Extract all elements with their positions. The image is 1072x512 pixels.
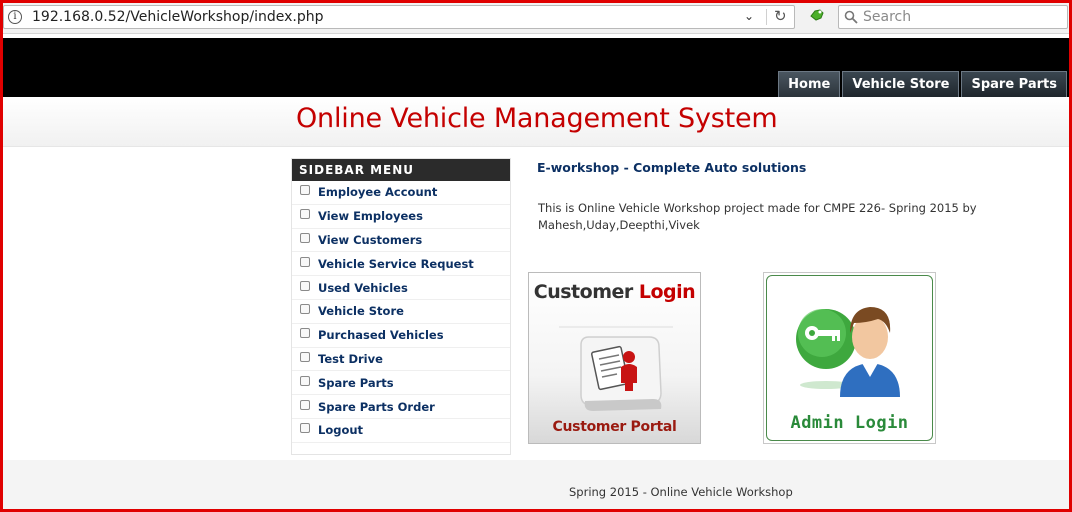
title-band: Online Vehicle Management System [3, 97, 1069, 147]
main-description: This is Online Vehicle Workshop project … [538, 201, 977, 232]
customer-login-title: Customer Login [529, 281, 700, 303]
sidebar-item-spare-parts-order[interactable]: Spare Parts Order [292, 395, 510, 419]
customer-login-card[interactable]: Customer Login Customer Portal [528, 272, 701, 444]
address-bar[interactable]: i 192.168.0.52/VehicleWorkshop/index.php… [3, 5, 795, 29]
sidebar-item-label[interactable]: Vehicle Store [318, 304, 404, 318]
sidebar-item-employee-account[interactable]: Employee Account [292, 181, 510, 205]
sidebar-item-label[interactable]: View Employees [318, 209, 423, 223]
sidebar-item-label[interactable]: Purchased Vehicles [318, 328, 444, 342]
checkbox[interactable] [300, 232, 310, 243]
url-text[interactable]: 192.168.0.52/VehicleWorkshop/index.php [32, 9, 323, 25]
nav-tab-spare-parts[interactable]: Spare Parts [961, 71, 1067, 97]
sidebar-item-label[interactable]: Vehicle Service Request [318, 257, 474, 271]
search-box[interactable] [838, 5, 1068, 29]
sidebar: SIDEBAR MENU Employee Account View Emplo… [291, 158, 511, 455]
admin-login-caption: Admin Login [790, 413, 909, 433]
page-title: Online Vehicle Management System [296, 103, 778, 134]
checkbox[interactable] [300, 304, 310, 315]
checkbox[interactable] [300, 399, 310, 410]
sidebar-item-label[interactable]: Spare Parts [318, 376, 394, 390]
sidebar-item-label[interactable]: View Customers [318, 233, 422, 247]
search-icon [844, 10, 858, 24]
sidebar-heading: SIDEBAR MENU [292, 159, 510, 181]
sidebar-item-view-employees[interactable]: View Employees [292, 205, 510, 229]
main-nav: Home Vehicle Store Spare Parts [778, 71, 1067, 97]
sidebar-item-label[interactable]: Used Vehicles [318, 281, 408, 295]
sidebar-item-used-vehicles[interactable]: Used Vehicles [292, 276, 510, 300]
search-input[interactable] [863, 8, 1063, 26]
reload-icon[interactable]: ↻ [774, 7, 787, 25]
sidebar-item-purchased-vehicles[interactable]: Purchased Vehicles [292, 324, 510, 348]
checkbox[interactable] [300, 423, 310, 434]
addon-icon[interactable] [808, 6, 826, 24]
sidebar-item-spare-parts[interactable]: Spare Parts [292, 371, 510, 396]
checkbox[interactable] [300, 256, 310, 267]
nav-tab-home[interactable]: Home [778, 71, 841, 97]
checkbox[interactable] [300, 185, 310, 196]
admin-user-icon [796, 307, 900, 397]
sidebar-item-view-customers[interactable]: View Customers [292, 229, 510, 253]
chevron-down-icon[interactable]: ⌄ [744, 9, 754, 23]
browser-toolbar: i 192.168.0.52/VehicleWorkshop/index.php… [0, 0, 1072, 34]
sidebar-item-vehicle-service-request[interactable]: Vehicle Service Request [292, 252, 510, 277]
info-icon[interactable]: i [8, 10, 22, 24]
admin-login-card[interactable]: Admin Login [763, 272, 936, 444]
checkbox[interactable] [300, 351, 310, 362]
main-heading: E-workshop - Complete Auto solutions [537, 160, 807, 175]
sidebar-item-logout[interactable]: Logout [292, 419, 510, 443]
checkbox[interactable] [300, 328, 310, 339]
checkbox[interactable] [300, 280, 310, 291]
sidebar-item-label[interactable]: Spare Parts Order [318, 400, 435, 414]
customer-title-word: Customer [533, 281, 633, 303]
nav-tab-vehicle-store[interactable]: Vehicle Store [842, 71, 960, 97]
sidebar-item-label[interactable]: Test Drive [318, 352, 383, 366]
checkbox[interactable] [300, 209, 310, 220]
sidebar-item-vehicle-store[interactable]: Vehicle Store [292, 300, 510, 324]
footer-text: Spring 2015 - Online Vehicle Workshop [569, 485, 793, 499]
sidebar-item-test-drive[interactable]: Test Drive [292, 348, 510, 372]
customer-key-icon [559, 326, 673, 411]
checkbox[interactable] [300, 375, 310, 386]
site-header: Home Vehicle Store Spare Parts [3, 38, 1069, 97]
footer: Spring 2015 - Online Vehicle Workshop [3, 460, 1069, 509]
login-title-word: Login [638, 281, 696, 303]
sidebar-item-label[interactable]: Employee Account [318, 185, 437, 199]
url-divider [766, 9, 767, 25]
sidebar-item-label[interactable]: Logout [318, 423, 363, 437]
customer-portal-caption: Customer Portal [552, 419, 677, 435]
